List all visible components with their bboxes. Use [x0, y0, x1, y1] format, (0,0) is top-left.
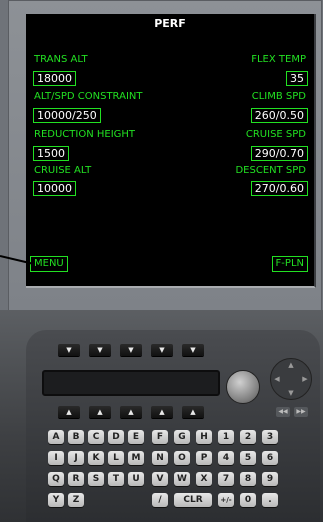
key-a[interactable]: A: [48, 430, 64, 444]
trans-alt-field[interactable]: 18000: [33, 71, 76, 86]
key-0[interactable]: 0: [240, 493, 256, 507]
dpad-up-icon[interactable]: ▲: [287, 361, 295, 369]
key-z[interactable]: Z: [68, 493, 84, 507]
direction-pad[interactable]: ▲ ▼ ◀ ▶: [270, 358, 312, 400]
flex-temp-field[interactable]: 35: [286, 71, 308, 86]
climb-spd-label: CLIMB SPD: [251, 91, 306, 102]
reduction-height-field[interactable]: 1500: [33, 146, 69, 161]
dpad-down-icon[interactable]: ▼: [287, 389, 295, 397]
alt-spd-constraint-field[interactable]: 10000/250: [33, 108, 101, 123]
mcdu-screen: PERF TRANS ALT 18000 ALT/SPD CONSTRAINT …: [26, 14, 316, 288]
climb-spd-field[interactable]: 260/0.50: [250, 108, 308, 123]
key-2[interactable]: 2: [240, 430, 256, 444]
key-slash[interactable]: /: [152, 493, 168, 507]
key-8[interactable]: 8: [240, 472, 256, 486]
dpad-left-icon[interactable]: ◀: [273, 375, 281, 383]
key-b[interactable]: B: [68, 430, 84, 444]
up-arrow-key-1[interactable]: ▲: [58, 406, 80, 418]
key-i[interactable]: I: [48, 451, 64, 465]
key-n[interactable]: N: [152, 451, 168, 465]
fpln-button[interactable]: F-PLN: [271, 256, 308, 272]
key-m[interactable]: M: [128, 451, 144, 465]
forward-key[interactable]: ▶▶: [294, 407, 308, 417]
down-arrow-key-5[interactable]: ▼: [182, 344, 204, 356]
key-s[interactable]: S: [88, 472, 104, 486]
key-6[interactable]: 6: [262, 451, 278, 465]
key-9[interactable]: 9: [262, 472, 278, 486]
key-q[interactable]: Q: [48, 472, 64, 486]
key-dot[interactable]: .: [262, 493, 278, 507]
up-arrow-key-4[interactable]: ▲: [151, 406, 173, 418]
page-title: PERF: [154, 17, 186, 30]
key-u[interactable]: U: [128, 472, 144, 486]
up-arrow-key-3[interactable]: ▲: [120, 406, 142, 418]
key-o[interactable]: O: [174, 451, 190, 465]
plus-minus-key[interactable]: +/-: [218, 493, 234, 507]
key-5[interactable]: 5: [240, 451, 256, 465]
alt-spd-constraint-label: ALT/SPD CONSTRAINT: [34, 91, 143, 102]
dpad-right-icon[interactable]: ▶: [301, 375, 309, 383]
key-d[interactable]: D: [108, 430, 124, 444]
down-arrow-key-1[interactable]: ▼: [58, 344, 80, 356]
key-p[interactable]: P: [196, 451, 212, 465]
trans-alt-label: TRANS ALT: [34, 54, 88, 65]
key-f[interactable]: F: [152, 430, 168, 444]
down-arrow-key-4[interactable]: ▼: [151, 344, 173, 356]
key-7[interactable]: 7: [218, 472, 234, 486]
cruise-alt-label: CRUISE ALT: [34, 165, 92, 176]
key-w[interactable]: W: [174, 472, 190, 486]
descent-spd-field[interactable]: 270/0.60: [250, 181, 308, 196]
clear-key[interactable]: CLR: [174, 493, 212, 507]
flex-temp-label: FLEX TEMP: [251, 54, 306, 65]
key-v[interactable]: V: [152, 472, 168, 486]
key-t[interactable]: T: [108, 472, 124, 486]
key-c[interactable]: C: [88, 430, 104, 444]
scratchpad-display: [42, 370, 220, 396]
key-1[interactable]: 1: [218, 430, 234, 444]
key-h[interactable]: H: [196, 430, 212, 444]
key-3[interactable]: 3: [262, 430, 278, 444]
key-y[interactable]: Y: [48, 493, 64, 507]
rotary-knob[interactable]: [226, 370, 260, 404]
key-g[interactable]: G: [174, 430, 190, 444]
up-arrow-key-2[interactable]: ▲: [89, 406, 111, 418]
rewind-key[interactable]: ◀◀: [276, 407, 290, 417]
key-x[interactable]: X: [196, 472, 212, 486]
key-l[interactable]: L: [108, 451, 124, 465]
key-r[interactable]: R: [68, 472, 84, 486]
descent-spd-label: DESCENT SPD: [235, 165, 306, 176]
key-k[interactable]: K: [88, 451, 104, 465]
key-e[interactable]: E: [128, 430, 144, 444]
reduction-height-label: REDUCTION HEIGHT: [34, 129, 136, 140]
up-arrow-key-5[interactable]: ▲: [182, 406, 204, 418]
key-j[interactable]: J: [68, 451, 84, 465]
cruise-spd-label: CRUISE SPD: [245, 129, 306, 140]
down-arrow-key-2[interactable]: ▼: [89, 344, 111, 356]
mouse-pointer-icon: [0, 255, 35, 265]
key-4[interactable]: 4: [218, 451, 234, 465]
down-arrow-key-3[interactable]: ▼: [120, 344, 142, 356]
cruise-alt-field[interactable]: 10000: [33, 181, 76, 196]
cruise-spd-field[interactable]: 290/0.70: [250, 146, 308, 161]
